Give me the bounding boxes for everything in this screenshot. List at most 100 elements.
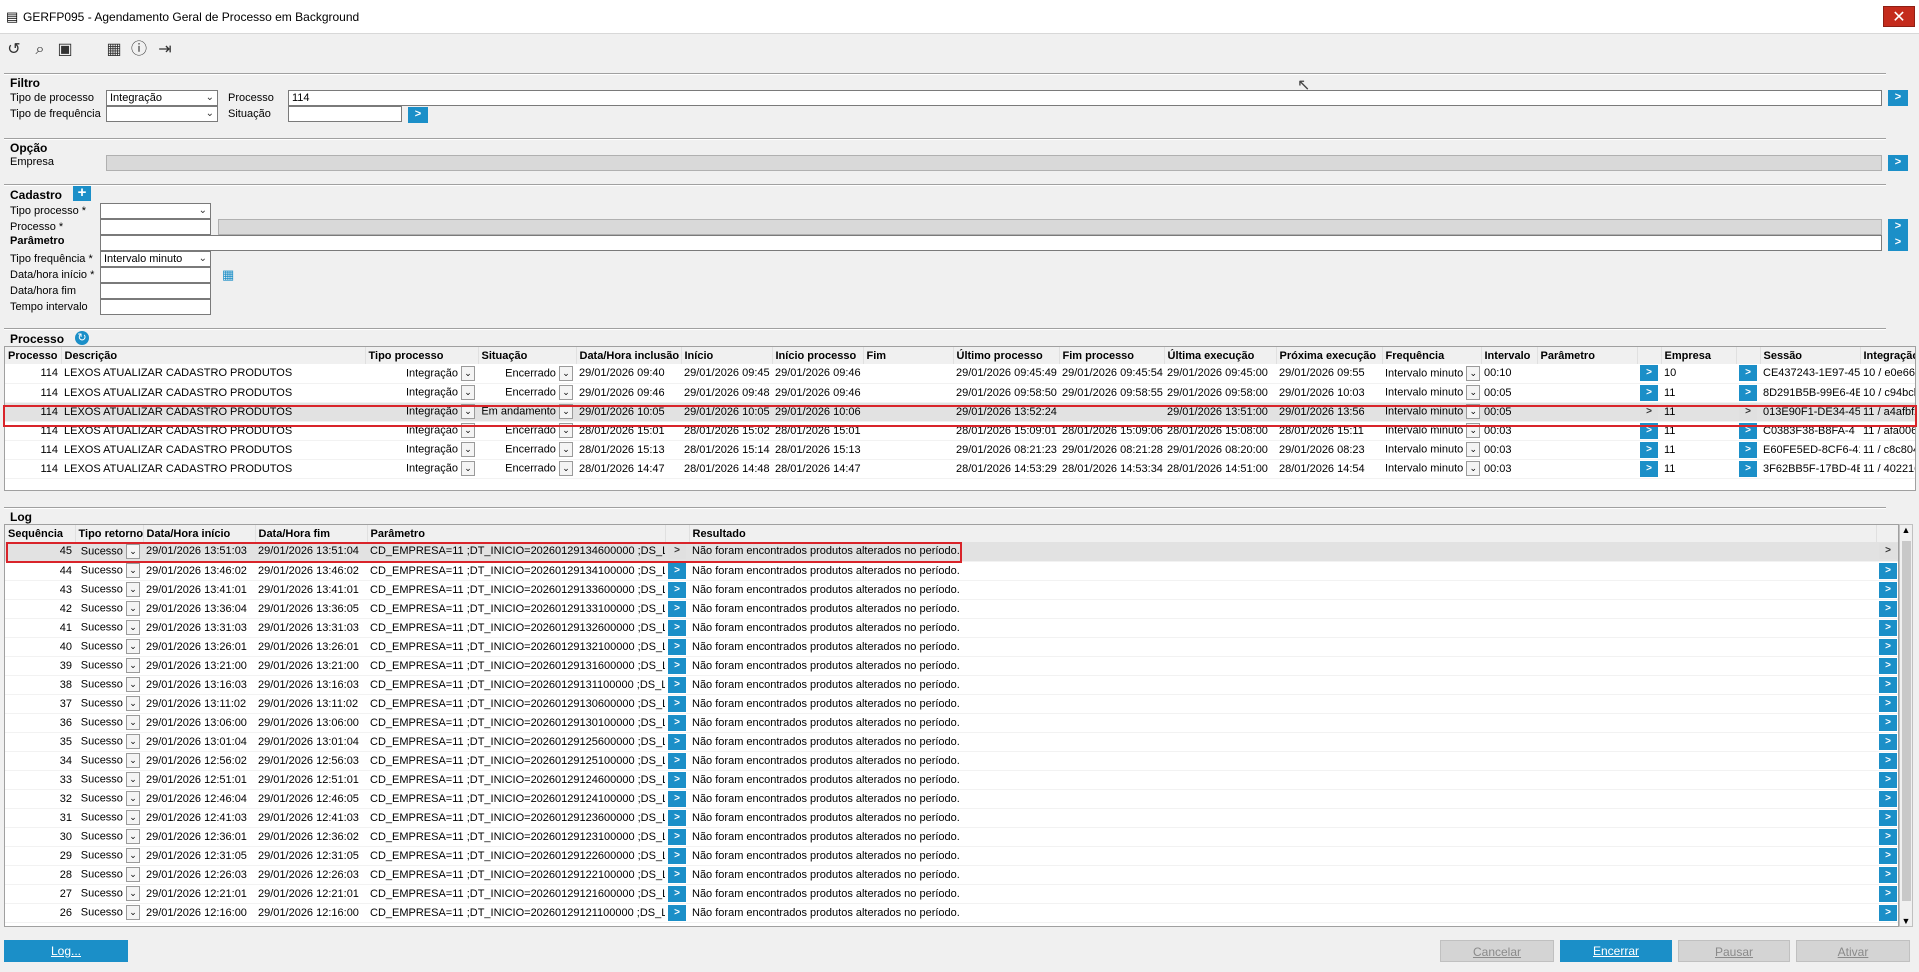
chevron-down-icon[interactable]: ⌄ (126, 715, 140, 730)
calendar-icon[interactable]: ▦ (222, 267, 234, 283)
parametro-detail-button[interactable]: > (1640, 384, 1658, 401)
cad-tipo-processo-select[interactable]: ⌄ (100, 203, 211, 219)
log-row[interactable]: 40 Sucesso ⌄ 29/01/2026 13:26:01 29/01/2026… (5, 637, 1898, 657)
processo-col-header[interactable]: Descrição (61, 347, 366, 364)
processo-col-header[interactable]: Fim (863, 347, 954, 364)
chevron-down-icon[interactable]: ⌄ (559, 442, 573, 457)
tipo-frequencia-select[interactable]: ⌄ (106, 106, 218, 122)
ativar-button[interactable]: Ativar (1796, 940, 1910, 962)
parametro-detail-button[interactable]: > (668, 771, 686, 788)
parametro-detail-button[interactable]: > (668, 657, 686, 674)
chevron-down-icon[interactable]: ⌄ (1466, 385, 1481, 400)
chevron-down-icon[interactable]: ⌄ (1466, 442, 1481, 457)
processo-col-header[interactable] (1637, 347, 1662, 364)
log-row[interactable]: 28 Sucesso ⌄ 29/01/2026 12:26:03 29/01/2026… (5, 865, 1898, 885)
log-button[interactable]: Log... (4, 940, 128, 962)
chevron-down-icon[interactable]: ⌄ (126, 734, 140, 749)
parametro-detail-button[interactable]: > (668, 847, 686, 864)
chevron-down-icon[interactable]: ⌄ (559, 404, 573, 419)
processo-col-header[interactable]: Data/Hora inclusão (576, 347, 682, 364)
parametro-detail-button[interactable]: > (668, 885, 686, 902)
chevron-down-icon[interactable]: ⌄ (461, 385, 475, 400)
processo-col-header[interactable]: Sessão (1760, 347, 1861, 364)
log-row[interactable]: 41 Sucesso ⌄ 29/01/2026 13:31:03 29/01/2026… (5, 618, 1898, 638)
resultado-detail-button[interactable]: > (1879, 619, 1897, 636)
empresa-detail-button[interactable]: > (1739, 441, 1757, 458)
resultado-detail-button[interactable]: > (1879, 904, 1897, 921)
resultado-detail-button[interactable]: > (1879, 695, 1897, 712)
log-col-header[interactable]: Resultado (689, 525, 1877, 542)
log-row[interactable]: 38 Sucesso ⌄ 29/01/2026 13:16:03 29/01/2026… (5, 675, 1898, 695)
log-row[interactable]: 42 Sucesso ⌄ 29/01/2026 13:36:04 29/01/2026… (5, 599, 1898, 619)
save-icon[interactable]: ▣ (55, 40, 75, 60)
processo-col-header[interactable]: Tipo processo (365, 347, 479, 364)
parametro-detail-button[interactable]: > (668, 619, 686, 636)
chevron-down-icon[interactable]: ⌄ (1466, 365, 1481, 381)
parametro-lookup-button[interactable]: > (1888, 235, 1908, 251)
pausar-button[interactable]: Pausar (1678, 940, 1790, 962)
search-icon[interactable]: ⌕ (30, 40, 50, 60)
chevron-down-icon[interactable]: ⌄ (559, 461, 573, 476)
tipo-processo-select[interactable]: Integração ⌄ (106, 90, 218, 106)
resultado-detail-button[interactable]: > (1879, 562, 1897, 579)
chevron-down-icon[interactable]: ⌄ (126, 582, 140, 597)
chevron-down-icon[interactable]: ⌄ (1466, 423, 1481, 438)
parametro-detail-button[interactable]: > (1640, 365, 1658, 382)
chevron-down-icon[interactable]: ⌄ (461, 423, 475, 438)
refresh-icon[interactable]: ↻ (75, 331, 89, 345)
resultado-detail-button[interactable]: > (1879, 600, 1897, 617)
log-col-header[interactable]: Sequência (5, 525, 76, 542)
situacao-input[interactable] (288, 106, 402, 122)
resultado-detail-button[interactable]: > (1879, 866, 1897, 883)
calendar-icon[interactable]: ▦ (104, 40, 124, 60)
resultado-detail-button[interactable]: > (1879, 752, 1897, 769)
processo-col-header[interactable]: Integração (1860, 347, 1915, 364)
processo-row[interactable]: 114 LEXOS ATUALIZAR CADASTRO PRODUTOS Inte… (5, 383, 1915, 403)
cad-processo-input[interactable] (100, 219, 211, 235)
chevron-down-icon[interactable]: ⌄ (126, 810, 140, 825)
empresa-detail-button[interactable]: > (1739, 460, 1757, 477)
log-row[interactable]: 36 Sucesso ⌄ 29/01/2026 13:06:00 29/01/2026… (5, 713, 1898, 733)
log-row[interactable]: 44 Sucesso ⌄ 29/01/2026 13:46:02 29/01/2026… (5, 561, 1898, 581)
parametro-detail-button[interactable]: > (668, 543, 686, 560)
data-inicio-input[interactable] (100, 267, 211, 283)
log-col-header[interactable]: Data/Hora fim (255, 525, 368, 542)
data-fim-input[interactable] (100, 283, 211, 299)
log-row[interactable]: 45 Sucesso ⌄ 29/01/2026 13:51:03 29/01/2026… (5, 542, 1898, 562)
chevron-down-icon[interactable]: ⌄ (126, 753, 140, 768)
empresa-detail-button[interactable]: > (1739, 403, 1757, 420)
processo-row[interactable]: 114 LEXOS ATUALIZAR CADASTRO PRODUTOS Inte… (5, 459, 1915, 479)
chevron-down-icon[interactable]: ⌄ (559, 385, 573, 400)
chevron-down-icon[interactable]: ⌄ (126, 791, 140, 806)
empresa-detail-button[interactable]: > (1739, 365, 1757, 382)
parametro-detail-button[interactable]: > (668, 828, 686, 845)
resultado-detail-button[interactable]: > (1879, 790, 1897, 807)
chevron-down-icon[interactable]: ⌄ (461, 442, 475, 457)
parametro-detail-button[interactable]: > (1640, 460, 1658, 477)
parametro-input[interactable] (100, 235, 1882, 251)
parametro-detail-button[interactable]: > (668, 695, 686, 712)
log-row[interactable]: 26 Sucesso ⌄ 29/01/2026 12:16:00 29/01/2026… (5, 903, 1898, 923)
scroll-down-icon[interactable]: ▼ (1900, 916, 1912, 926)
cancelar-button[interactable]: Cancelar (1440, 940, 1554, 962)
log-col-header[interactable]: Parâmetro (367, 525, 666, 542)
exit-icon[interactable]: ⇥ (155, 40, 175, 60)
undo-icon[interactable]: ↺ (4, 40, 24, 60)
resultado-detail-button[interactable]: > (1879, 847, 1897, 864)
encerrar-button[interactable]: Encerrar (1560, 940, 1672, 962)
processo-lookup-button[interactable]: > (1888, 90, 1908, 106)
chevron-down-icon[interactable]: ⌄ (126, 867, 140, 882)
parametro-detail-button[interactable]: > (1640, 422, 1658, 439)
chevron-down-icon[interactable]: ⌄ (126, 886, 140, 901)
processo-input[interactable]: 114 (288, 90, 1882, 106)
cad-tipo-frequencia-select[interactable]: Intervalo minuto ⌄ (100, 251, 211, 267)
parametro-detail-button[interactable]: > (668, 600, 686, 617)
situacao-lookup-button[interactable]: > (408, 107, 428, 123)
log-row[interactable]: 43 Sucesso ⌄ 29/01/2026 13:41:01 29/01/2026… (5, 580, 1898, 600)
processo-row[interactable]: 114 LEXOS ATUALIZAR CADASTRO PRODUTOS Inte… (5, 440, 1915, 460)
parametro-detail-button[interactable]: > (1640, 403, 1658, 420)
resultado-detail-button[interactable]: > (1879, 885, 1897, 902)
chevron-down-icon[interactable]: ⌄ (126, 543, 140, 559)
chevron-down-icon[interactable]: ⌄ (126, 696, 140, 711)
empresa-lookup-button[interactable]: > (1888, 155, 1908, 171)
